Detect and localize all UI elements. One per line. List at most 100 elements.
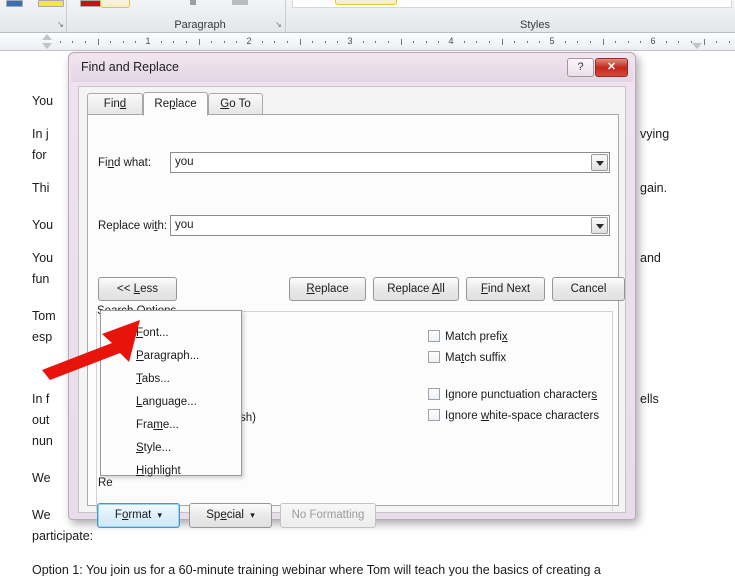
ruler-tick: [502, 39, 503, 45]
ruler-tick: [186, 41, 187, 43]
find-next-button-label: Find Next: [480, 283, 531, 295]
menu-item-frame[interactable]: Frame...: [136, 419, 179, 431]
document-line: Option 1: You join us for a 60-minute tr…: [32, 563, 601, 576]
tab-find[interactable]: Find: [87, 93, 143, 115]
replace-all-button[interactable]: Replace All: [373, 277, 459, 301]
no-formatting-button[interactable]: No Formatting: [280, 503, 376, 528]
document-line: In f: [32, 392, 50, 406]
match-prefix-checkbox-icon[interactable]: [428, 330, 440, 342]
document-line: ells: [640, 392, 659, 406]
ruler-tick: [300, 39, 301, 45]
paragraph-format-button[interactable]: [100, 0, 130, 8]
match-suffix-checkbox-icon[interactable]: [428, 351, 440, 363]
replace-button-label: Replace: [306, 283, 349, 295]
find-what-input[interactable]: you: [170, 152, 610, 173]
dialog-title: Find and Replace: [81, 60, 179, 74]
ribbon-separator-1: [66, 0, 67, 33]
format-button[interactable]: Format ▾: [97, 503, 180, 528]
document-line: out: [32, 413, 50, 427]
tab-find-label: Find: [103, 98, 127, 110]
less-button[interactable]: << Less: [98, 277, 177, 301]
find-what-label: Find what:: [98, 157, 152, 169]
ruler-tick: [337, 41, 338, 43]
ruler-tick: [98, 39, 99, 45]
ruler-tick: [375, 41, 376, 43]
font-dialog-launcher-icon[interactable]: ↘: [56, 20, 65, 29]
dialog-titlebar[interactable]: Find and Replace ? ✕: [71, 55, 633, 82]
menu-item-language[interactable]: Language...: [136, 396, 197, 408]
checkbox-ignore-whitespace[interactable]: Ignore white-space characters: [428, 409, 599, 422]
ignore-punctuation-checkbox-icon[interactable]: [428, 388, 440, 400]
replace-with-label: Replace with:: [98, 220, 168, 232]
tab-goto[interactable]: Go To: [208, 93, 263, 115]
replace-with-chevron-down-icon[interactable]: [591, 217, 608, 234]
tab-goto-label: Go To: [220, 98, 251, 110]
cancel-button[interactable]: Cancel: [552, 277, 625, 301]
replace-with-input[interactable]: you: [170, 215, 610, 236]
ribbon: Paragraph ↘ ↘ Styles: [0, 0, 735, 33]
right-indent-marker[interactable]: [692, 43, 702, 49]
less-button-label: << Less: [117, 283, 158, 295]
menu-item-style[interactable]: Style...: [136, 442, 171, 454]
ruler-number: 3: [347, 36, 353, 46]
ruler-tick: [123, 41, 124, 43]
cancel-button-label: Cancel: [570, 283, 607, 295]
replace-button[interactable]: Replace: [289, 277, 366, 301]
ribbon-group-label-paragraph: Paragraph: [174, 19, 226, 31]
color-swatch-blue[interactable]: [6, 0, 23, 7]
obscured-label-language: sh): [240, 412, 256, 424]
style-normal-button[interactable]: [335, 0, 397, 5]
ruler-tick: [565, 41, 566, 43]
ruler-number: 5: [549, 36, 555, 46]
ruler-tick: [110, 41, 111, 43]
ruler-tick: [173, 41, 174, 43]
ruler-tick: [325, 41, 326, 43]
format-dropdown-chevron-icon[interactable]: ▾: [158, 510, 163, 520]
format-button-label: Format: [114, 509, 152, 521]
document-line: We: [32, 508, 51, 522]
document-line: You: [32, 251, 54, 265]
ruler-tick: [388, 41, 389, 43]
ruler-tick: [363, 41, 364, 43]
ruler-number: 6: [650, 36, 656, 46]
special-dropdown-chevron-icon[interactable]: ▾: [250, 510, 255, 520]
close-icon[interactable]: ✕: [595, 58, 628, 77]
first-line-indent-marker[interactable]: [42, 34, 52, 40]
ruler-tick: [464, 41, 465, 43]
ruler-tick: [262, 41, 263, 43]
menu-item-highlight[interactable]: Highlight: [136, 465, 181, 477]
help-icon[interactable]: ?: [567, 58, 594, 77]
ruler-tick: [413, 41, 414, 43]
checkbox-ignore-punctuation[interactable]: Ignore punctuation characters: [428, 388, 597, 401]
document-line: for: [32, 148, 47, 162]
match-prefix-label: Match prefix: [445, 331, 508, 343]
special-button[interactable]: Special ▾: [189, 503, 272, 528]
replace-with-value: you: [175, 219, 194, 231]
tab-replace[interactable]: Replace: [143, 92, 208, 116]
paragraph-dialog-launcher-icon[interactable]: ↘: [274, 20, 283, 29]
ruler-tick: [704, 39, 705, 45]
ruler-tick: [85, 41, 86, 43]
ruler-tick: [590, 41, 591, 43]
document-line: and: [640, 251, 661, 265]
ruler[interactable]: 1234567: [0, 33, 735, 51]
document-line: gain.: [640, 181, 668, 195]
find-next-button[interactable]: Find Next: [466, 277, 545, 301]
ignore-whitespace-checkbox-icon[interactable]: [428, 409, 440, 421]
document-line: In j: [32, 127, 49, 141]
ruler-tick: [199, 39, 200, 45]
annotation-arrow-icon: [42, 320, 140, 380]
color-swatch-yellow[interactable]: [38, 0, 64, 7]
document-line: participate:: [32, 529, 94, 543]
ruler-tick: [224, 41, 225, 43]
ruler-tick: [628, 41, 629, 43]
checkbox-match-suffix[interactable]: Match suffix: [428, 351, 506, 364]
ruler-tick: [577, 41, 578, 43]
hanging-indent-marker[interactable]: [42, 43, 52, 49]
find-what-chevron-down-icon[interactable]: [591, 154, 608, 171]
ribbon-tick-b: [232, 0, 248, 5]
document-line: You: [32, 218, 54, 232]
document-line: You: [32, 94, 54, 108]
ruler-tick: [489, 41, 490, 43]
checkbox-match-prefix[interactable]: Match prefix: [428, 330, 508, 343]
